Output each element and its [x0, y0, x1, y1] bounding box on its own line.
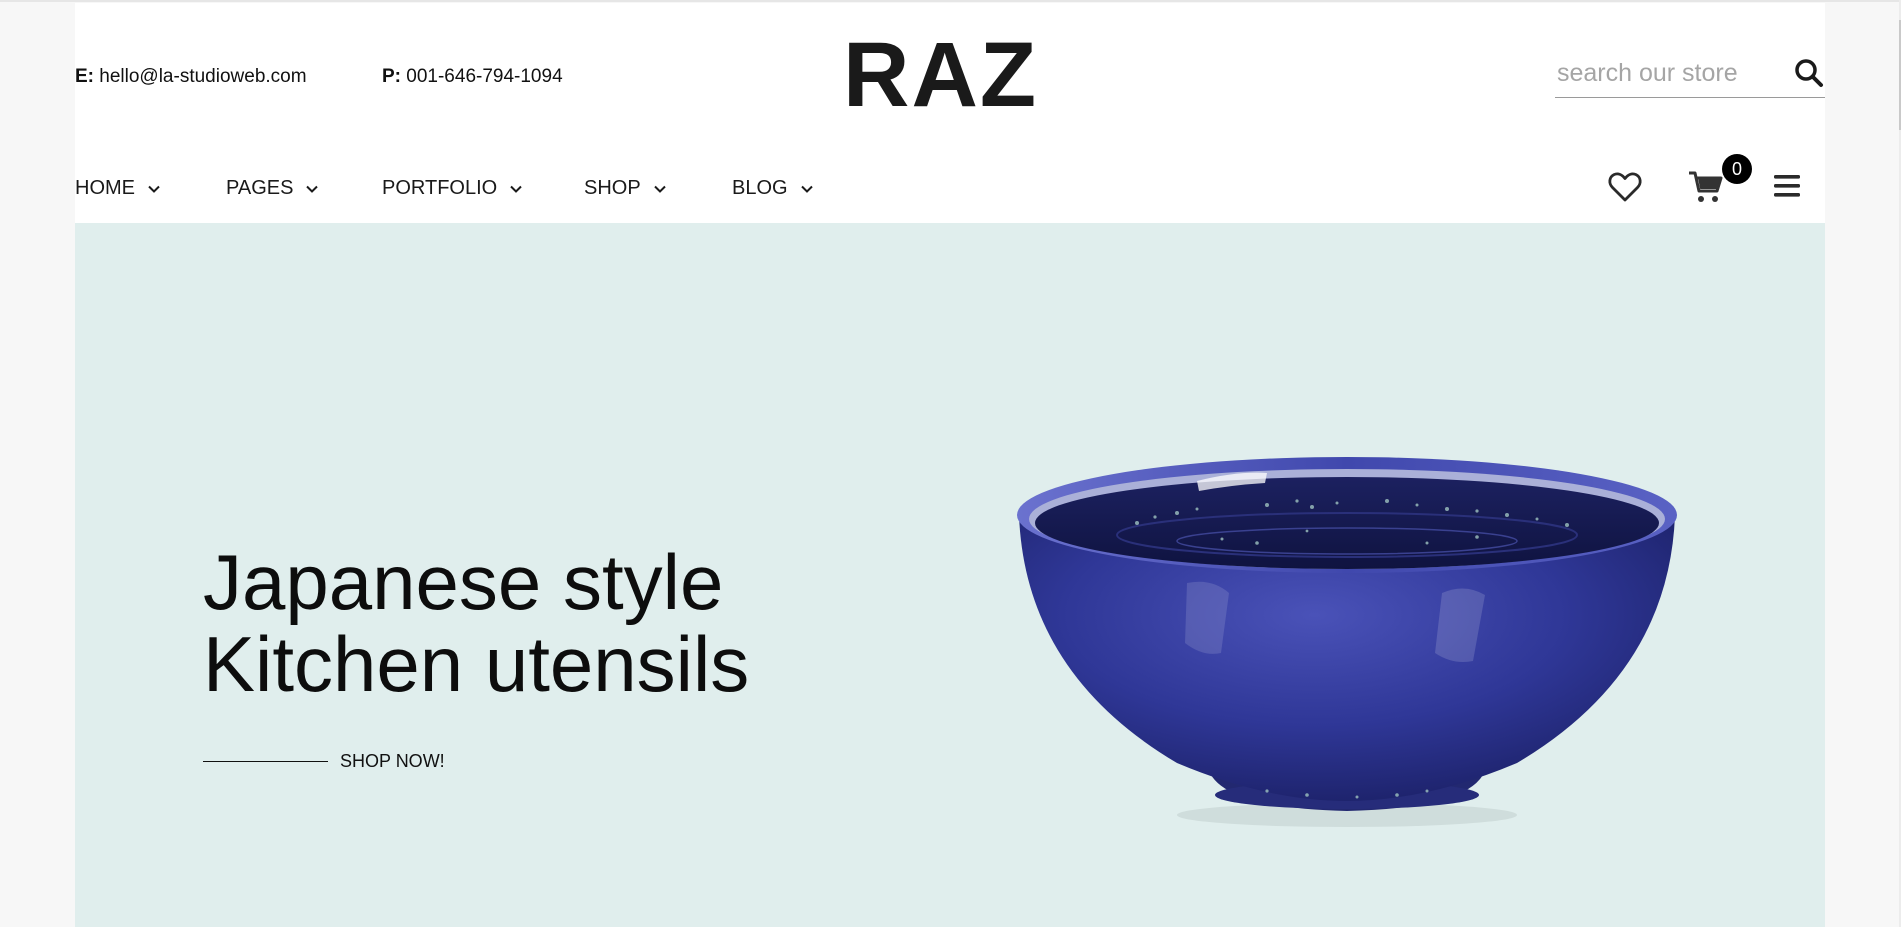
phone-label: P: — [382, 66, 401, 87]
cta-divider-line — [203, 761, 328, 762]
email-label: E: — [75, 66, 94, 87]
chevron-down-icon — [510, 185, 522, 193]
chevron-down-icon — [148, 185, 160, 193]
blue-bowl-image — [1017, 457, 1677, 827]
nav-item-pages[interactable]: PAGES — [226, 174, 319, 202]
phone-value[interactable]: 001-646-794-1094 — [406, 66, 562, 87]
header-email[interactable]: E: hello@la-studioweb.com — [75, 65, 307, 89]
hero-banner: Japanese style Kitchen utensils SHOP NOW… — [75, 223, 1825, 927]
hamburger-menu-icon[interactable] — [1773, 173, 1801, 199]
cart-icon[interactable] — [1688, 169, 1724, 205]
nav-item-blog[interactable]: BLOG — [732, 174, 814, 202]
window-top-border — [0, 0, 1901, 2]
chevron-down-icon — [653, 185, 666, 193]
cart-count-badge: 0 — [1722, 154, 1752, 184]
search-icon[interactable] — [1793, 57, 1825, 89]
nav-item-label: PAGES — [226, 177, 294, 199]
hero-title: Japanese style Kitchen utensils — [203, 541, 749, 705]
nav-item-label: SHOP — [584, 177, 641, 199]
header-phone[interactable]: P: 001-646-794-1094 — [382, 65, 563, 89]
chevron-down-icon — [306, 185, 319, 193]
shop-now-link[interactable]: SHOP NOW! — [203, 751, 445, 779]
search-box — [1555, 53, 1825, 98]
nav-item-label: HOME — [75, 177, 135, 199]
shop-now-label: SHOP NOW! — [340, 751, 445, 771]
hero-title-line2: Kitchen utensils — [203, 620, 750, 708]
heart-icon[interactable] — [1608, 171, 1642, 203]
search-input[interactable] — [1557, 57, 1777, 89]
nav-item-label: BLOG — [732, 177, 788, 199]
nav-item-home[interactable]: HOME — [75, 174, 161, 202]
site-logo[interactable]: RAZ — [843, 25, 1043, 125]
page-container: E: hello@la-studioweb.com P: 001-646-794… — [75, 3, 1825, 927]
nav-item-label: PORTFOLIO — [382, 177, 498, 199]
nav-item-shop[interactable]: SHOP — [584, 174, 667, 202]
email-value[interactable]: hello@la-studioweb.com — [99, 66, 306, 87]
hero-title-line1: Japanese style — [203, 538, 724, 626]
nav-item-portfolio[interactable]: PORTFOLIO — [382, 174, 523, 202]
chevron-down-icon — [800, 185, 813, 193]
